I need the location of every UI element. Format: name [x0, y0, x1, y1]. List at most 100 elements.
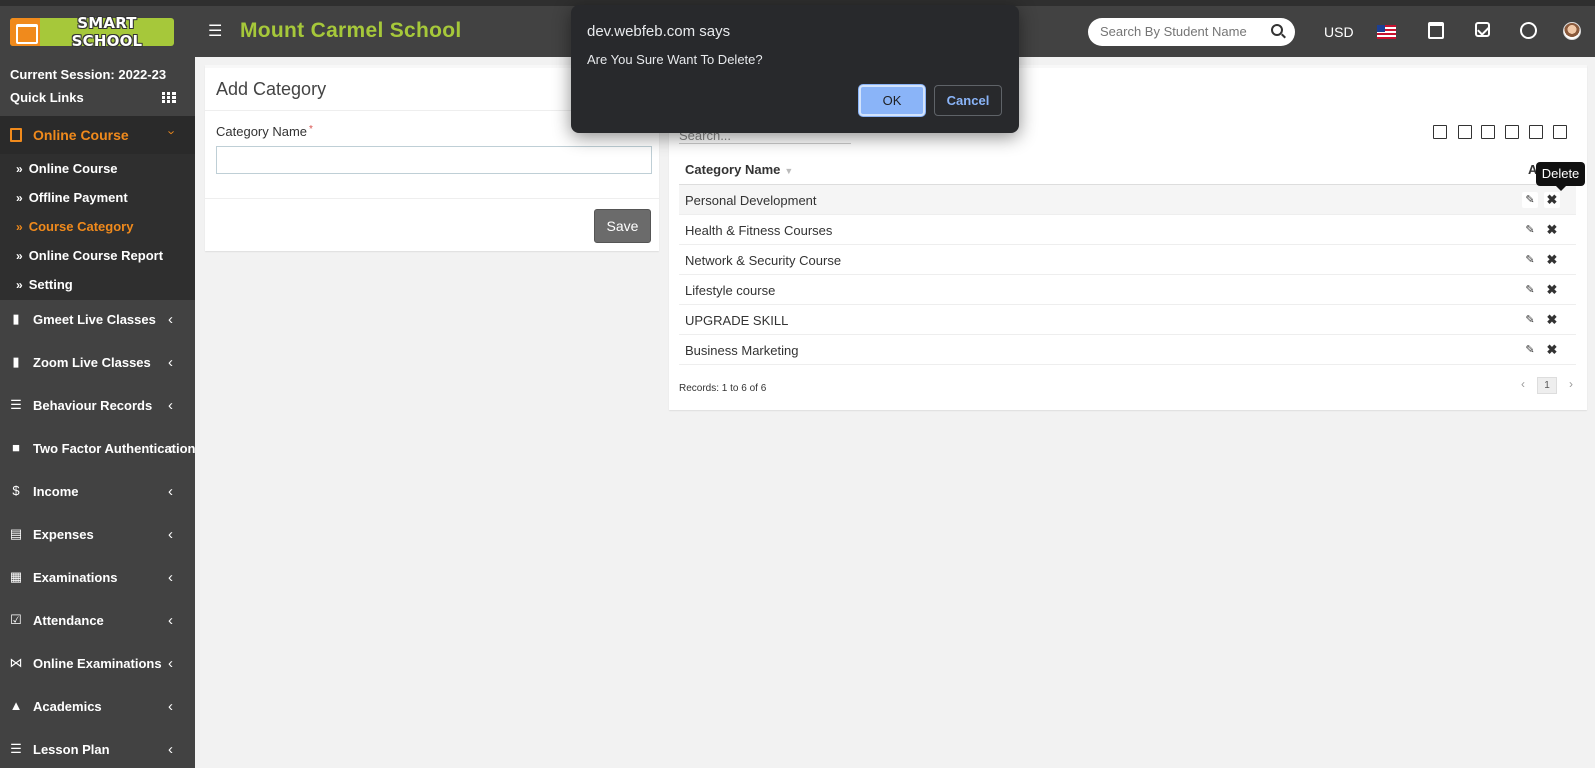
calendar-check-icon: ☑: [10, 612, 22, 627]
edit-pencil-icon[interactable]: ✎: [1522, 312, 1538, 328]
edit-pencil-icon[interactable]: ✎: [1522, 252, 1538, 268]
submenu-online-course-report[interactable]: » Online Course Report: [16, 248, 163, 263]
category-name-cell: Health & Fitness Courses: [685, 223, 833, 238]
sidebar-item-gmeet-live-classes[interactable]: ▮ Gmeet Live Classes ‹: [0, 300, 195, 342]
table-row: Personal Development ✎ ✖: [679, 185, 1576, 215]
table-header: Category Name▼ Action: [679, 154, 1576, 185]
lock-icon: ■: [12, 440, 20, 455]
smart-school-logo[interactable]: SMART SCHOOL: [10, 14, 174, 50]
hamburger-menu-icon[interactable]: ☰: [208, 24, 222, 40]
chevron-left-icon: ‹: [168, 440, 173, 457]
double-chevron-icon: »: [16, 249, 23, 263]
delete-x-icon[interactable]: ✖: [1544, 222, 1560, 238]
chevron-left-icon: ‹: [168, 354, 173, 371]
sidebar-item-two-factor-authentication[interactable]: ■ Two Factor Authentication ‹: [0, 429, 195, 471]
ok-button[interactable]: OK: [859, 85, 925, 116]
chevron-left-icon: ‹: [168, 741, 173, 758]
current-session[interactable]: Current Session: 2022-23: [10, 67, 166, 82]
dialog-origin: dev.webfeb.com says: [587, 23, 731, 40]
table-row: UPGRADE SKILL ✎ ✖: [679, 305, 1576, 335]
page-number[interactable]: 1: [1537, 377, 1557, 394]
submenu-offline-payment[interactable]: » Offline Payment: [16, 190, 128, 205]
search-icon[interactable]: [1271, 24, 1283, 36]
chevron-left-icon: ‹: [168, 397, 173, 414]
quick-links[interactable]: Quick Links: [10, 90, 84, 105]
school-name: Mount Carmel School: [240, 19, 462, 42]
table-row: Lifestyle course ✎ ✖: [679, 275, 1576, 305]
table-row: Network & Security Course ✎ ✖: [679, 245, 1576, 275]
delete-x-icon[interactable]: ✖: [1544, 312, 1560, 328]
columns-icon[interactable]: [1553, 125, 1567, 139]
double-chevron-icon: »: [16, 220, 23, 234]
edit-pencil-icon[interactable]: ✎: [1522, 342, 1538, 358]
delete-x-icon[interactable]: ✖: [1544, 252, 1560, 268]
excel-icon[interactable]: [1458, 125, 1472, 139]
table-row: Business Marketing ✎ ✖: [679, 335, 1576, 365]
category-name-cell: Lifestyle course: [685, 283, 776, 298]
task-check-icon[interactable]: [1475, 22, 1490, 37]
required-mark: *: [309, 124, 313, 135]
cancel-button[interactable]: Cancel: [934, 85, 1002, 116]
sidebar-item-zoom-live-classes[interactable]: ▮ Zoom Live Classes ‹: [0, 343, 195, 385]
video-icon: ▮: [12, 354, 20, 369]
delete-x-icon[interactable]: ✖: [1544, 282, 1560, 298]
sidebar-item-lesson-plan[interactable]: ☰ Lesson Plan ‹: [0, 730, 195, 768]
edit-pencil-icon[interactable]: ✎: [1522, 222, 1538, 238]
chevron-down-icon: ›: [164, 130, 180, 135]
chevron-right-icon[interactable]: ›: [1569, 377, 1573, 391]
sidebar-item-behaviour-records[interactable]: ☰ Behaviour Records ‹: [0, 386, 195, 428]
sidebar-item-online-course[interactable]: Online Course ›: [0, 116, 195, 154]
chevron-left-icon: ‹: [168, 311, 173, 328]
sidebar-item-income[interactable]: $ Income ‹: [0, 472, 195, 514]
rss-icon: ⋈: [9, 655, 23, 670]
category-name-cell: UPGRADE SKILL: [685, 313, 789, 328]
chevron-left-icon: ‹: [168, 655, 173, 672]
chevron-left-icon[interactable]: ‹: [1521, 377, 1525, 391]
delete-x-icon[interactable]: ✖: [1544, 342, 1560, 358]
category-name-input[interactable]: [216, 146, 652, 174]
map-icon: ▦: [9, 569, 23, 584]
calendar-icon[interactable]: [1428, 22, 1444, 39]
submenu-course-category[interactable]: » Course Category: [16, 219, 133, 234]
submenu-setting[interactable]: » Setting: [16, 277, 73, 292]
category-name-label: Category Name *: [216, 124, 313, 139]
whatsapp-icon[interactable]: [1520, 22, 1537, 39]
double-chevron-icon: »: [16, 191, 23, 205]
category-name-cell: Business Marketing: [685, 343, 799, 358]
edit-pencil-icon[interactable]: ✎: [1522, 282, 1538, 298]
student-search-box: [1088, 18, 1295, 46]
student-search-input[interactable]: [1100, 24, 1260, 39]
chevron-left-icon: ‹: [168, 483, 173, 500]
delete-tooltip: Delete: [1536, 162, 1585, 191]
copy-icon[interactable]: [1433, 125, 1447, 139]
print-icon[interactable]: [1529, 125, 1543, 139]
sidebar: Current Session: 2022-23 Quick Links Onl…: [0, 57, 195, 768]
list-icon: ☰: [10, 741, 22, 756]
grid-icon[interactable]: [162, 92, 176, 103]
sidebar-item-attendance[interactable]: ☑ Attendance ‹: [0, 601, 195, 643]
dialog-message: Are You Sure Want To Delete?: [587, 52, 763, 67]
sidebar-item-examinations[interactable]: ▦ Examinations ‹: [0, 558, 195, 600]
user-avatar[interactable]: [1563, 22, 1581, 40]
sidebar-item-expenses[interactable]: ▤ Expenses ‹: [0, 515, 195, 557]
chevron-left-icon: ‹: [168, 698, 173, 715]
dollar-icon: $: [12, 483, 20, 498]
double-chevron-icon: »: [16, 162, 23, 176]
edit-pencil-icon[interactable]: ✎: [1522, 192, 1538, 208]
pdf-icon[interactable]: [1505, 125, 1519, 139]
column-header-category-name[interactable]: Category Name ▼: [685, 162, 793, 177]
us-flag-icon[interactable]: [1377, 25, 1396, 39]
category-name-cell: Network & Security Course: [685, 253, 842, 268]
currency-selector[interactable]: USD: [1324, 24, 1354, 40]
csv-icon[interactable]: [1481, 125, 1495, 139]
save-button[interactable]: Save: [594, 209, 651, 243]
chevron-left-icon: ‹: [168, 612, 173, 629]
chevron-left-icon: ‹: [168, 569, 173, 586]
graduation-cap-icon: ▲: [9, 698, 23, 713]
submenu-online-course[interactable]: » Online Course: [16, 161, 118, 176]
double-chevron-icon: »: [16, 278, 23, 292]
table-row: Health & Fitness Courses ✎ ✖: [679, 215, 1576, 245]
sidebar-item-academics[interactable]: ▲ Academics ‹: [0, 687, 195, 729]
signpost-icon: ☰: [10, 397, 22, 412]
sidebar-item-online-examinations[interactable]: ⋈ Online Examinations ‹: [0, 644, 195, 686]
